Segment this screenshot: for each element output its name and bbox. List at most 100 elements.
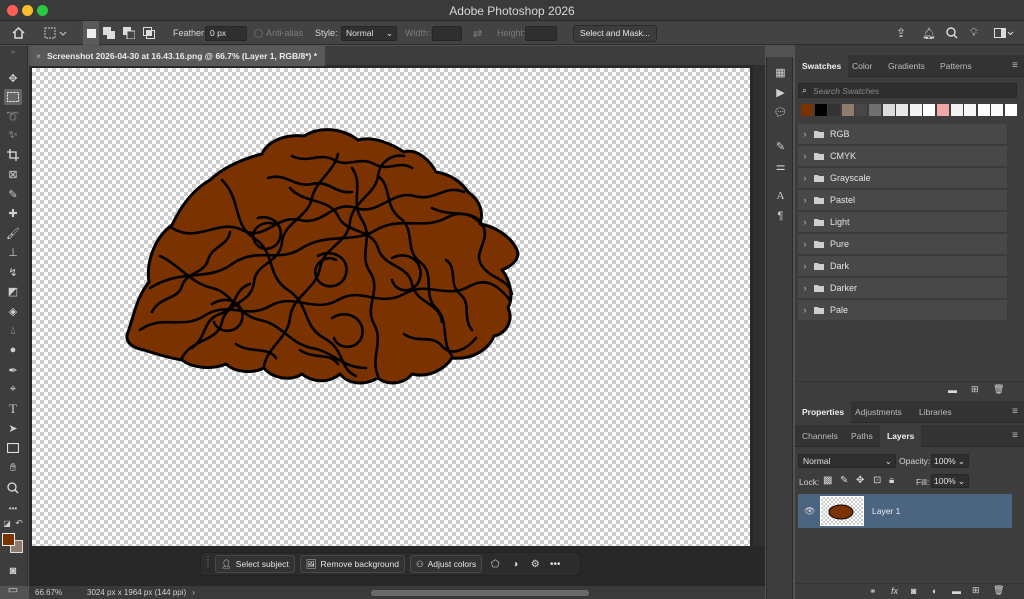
drag-handle-icon[interactable]: ⋮ ⋮ <box>204 556 212 569</box>
swatch-folder[interactable]: › Pastel <box>798 190 1007 211</box>
color-swatch[interactable] <box>1005 104 1017 116</box>
panel-menu-icon[interactable]: ≡ <box>1005 425 1024 447</box>
lock-transparent-icon[interactable]: ▩ <box>823 475 832 486</box>
tab-color[interactable]: Color <box>845 55 879 77</box>
adjustment-layer-icon[interactable]: ◐ <box>932 586 937 596</box>
quick-mask-icon[interactable]: ◙ <box>4 563 22 579</box>
chevron-right-icon[interactable]: › <box>798 305 812 315</box>
color-swatch[interactable] <box>801 104 813 116</box>
layer-row[interactable]: 👁︎ Layer 1 <box>798 494 1012 528</box>
height-input[interactable] <box>525 25 557 41</box>
tab-libraries[interactable]: Libraries <box>912 401 959 423</box>
more-options-icon[interactable]: ••• <box>547 555 563 573</box>
marquee-preset-icon[interactable] <box>44 21 68 45</box>
color-swatch[interactable] <box>991 104 1004 116</box>
tab-layers[interactable]: Layers <box>880 425 922 447</box>
swatch-folder[interactable]: › Pure <box>798 234 1007 255</box>
zoom-tool-icon[interactable] <box>4 480 22 496</box>
healing-brush-tool-icon[interactable]: ✚ <box>4 205 22 221</box>
history-brush-tool-icon[interactable]: ↯ <box>4 264 22 280</box>
eraser-tool-icon[interactable]: ◩ <box>4 283 22 299</box>
delete-icon[interactable]: 🗑︎ <box>993 384 1004 395</box>
chevron-right-icon[interactable]: › <box>798 129 812 139</box>
eyedropper-tool-icon[interactable]: ✎ <box>4 186 22 202</box>
swatch-folder[interactable]: › Light <box>798 212 1007 233</box>
adjust-colors-button[interactable]: ⚇ Adjust colors <box>409 555 483 573</box>
history-icon[interactable]: ▦ <box>773 65 788 79</box>
chevron-right-icon[interactable]: › <box>798 261 812 271</box>
share-icon[interactable]: ⇪ <box>896 21 906 45</box>
foreground-color-swatch[interactable] <box>2 533 15 546</box>
fill-input[interactable]: 100% ⌄ <box>931 474 969 488</box>
bell-icon[interactable]: 🔔︎ <box>922 21 936 45</box>
crop-tool-icon[interactable] <box>4 147 22 163</box>
vertical-scrollbar[interactable] <box>753 66 765 546</box>
swatch-folder[interactable]: › Dark <box>798 256 1007 277</box>
chevron-right-icon[interactable]: › <box>798 217 812 227</box>
panel-menu-icon[interactable]: ≡ <box>1005 401 1024 423</box>
color-swatch[interactable] <box>828 104 841 116</box>
workspace-icon[interactable] <box>994 21 1014 45</box>
contrast-icon[interactable]: ◑ <box>507 555 523 573</box>
horizontal-scrollbar[interactable] <box>371 590 589 596</box>
color-swatch[interactable] <box>896 104 909 116</box>
intersect-selection-icon[interactable] <box>143 21 155 45</box>
link-layers-icon[interactable]: ⚭ <box>869 586 877 597</box>
search-icon[interactable] <box>946 21 958 45</box>
new-layer-icon[interactable]: ⊞ <box>972 585 980 596</box>
lock-artboard-icon[interactable]: ⊡ <box>873 475 881 486</box>
tab-paths[interactable]: Paths <box>844 425 880 447</box>
style-select[interactable]: Normal ⌄ <box>341 25 397 41</box>
adjustments-sliders-icon[interactable]: ⚌ <box>773 159 788 173</box>
path-selection-tool-icon[interactable]: ➤ <box>4 420 22 436</box>
color-swatch[interactable] <box>937 104 949 116</box>
frame-tool-icon[interactable]: ⊠ <box>4 166 22 182</box>
dodge-tool-icon[interactable]: ● <box>4 342 22 358</box>
screen-mode-icon[interactable]: ▭ <box>4 581 22 597</box>
tab-gradients[interactable]: Gradients <box>881 55 932 77</box>
chevron-right-icon[interactable]: › <box>798 151 812 161</box>
color-swatch[interactable] <box>964 104 977 116</box>
opacity-input[interactable]: 100% ⌄ <box>931 454 969 468</box>
zoom-level[interactable]: 66.67% <box>29 588 73 597</box>
comments-icon[interactable]: 💬︎ <box>773 105 788 119</box>
blur-tool-icon[interactable]: 💧︎ <box>4 323 22 339</box>
tab-patterns[interactable]: Patterns <box>933 55 979 77</box>
lightbulb-icon[interactable]: 💡︎ <box>970 21 978 45</box>
default-colors-icon[interactable]: ◪ <box>2 518 12 528</box>
rectangle-tool-icon[interactable] <box>4 440 22 456</box>
hand-tool-icon[interactable]: ✋︎ <box>4 460 22 476</box>
color-swatch[interactable] <box>814 104 827 116</box>
new-selection-icon[interactable] <box>83 21 99 45</box>
lasso-tool-icon[interactable]: ➰ <box>4 108 22 124</box>
more-tools-icon[interactable]: ••• <box>4 500 22 516</box>
color-swatch[interactable] <box>977 104 990 116</box>
tab-properties[interactable]: Properties <box>795 401 852 423</box>
color-swatch[interactable] <box>923 104 936 116</box>
canvas-workspace[interactable] <box>29 66 765 586</box>
tab-adjustments[interactable]: Adjustments <box>848 401 909 423</box>
generate-icon[interactable]: ⚙ <box>527 555 543 573</box>
chevron-right-icon[interactable]: › <box>798 195 812 205</box>
lock-pixels-icon[interactable]: ✎ <box>840 475 848 486</box>
paint-bucket-tool-icon[interactable]: ◈ <box>4 303 22 319</box>
select-and-mask-button[interactable]: Select and Mask... <box>573 24 657 42</box>
select-subject-button[interactable]: 👤︎ Select subject <box>215 555 295 573</box>
swatch-folder[interactable]: › Pale <box>798 300 1007 321</box>
color-swatch[interactable] <box>950 104 963 116</box>
rectangular-marquee-tool-icon[interactable] <box>4 89 22 105</box>
chevron-right-icon[interactable]: › <box>798 239 812 249</box>
antialias-checkbox[interactable] <box>254 28 263 38</box>
tab-channels[interactable]: Channels <box>795 425 845 447</box>
swap-colors-icon[interactable]: ↶ <box>14 518 24 528</box>
swatch-folder[interactable]: › Grayscale <box>798 168 1007 189</box>
brush-settings-icon[interactable]: ✎ <box>773 139 788 153</box>
swatch-folder[interactable]: › Darker <box>798 278 1007 299</box>
info-chevron-icon[interactable]: › <box>192 588 195 597</box>
new-swatch-icon[interactable]: ⊞ <box>971 384 979 395</box>
layer-style-fx-icon[interactable]: fx <box>891 586 898 596</box>
home-icon[interactable] <box>12 21 25 45</box>
paragraph-icon[interactable]: ¶ <box>773 209 788 223</box>
panel-menu-icon[interactable]: ≡ <box>1005 55 1024 77</box>
swap-icon[interactable]: ⇄ <box>473 21 482 45</box>
